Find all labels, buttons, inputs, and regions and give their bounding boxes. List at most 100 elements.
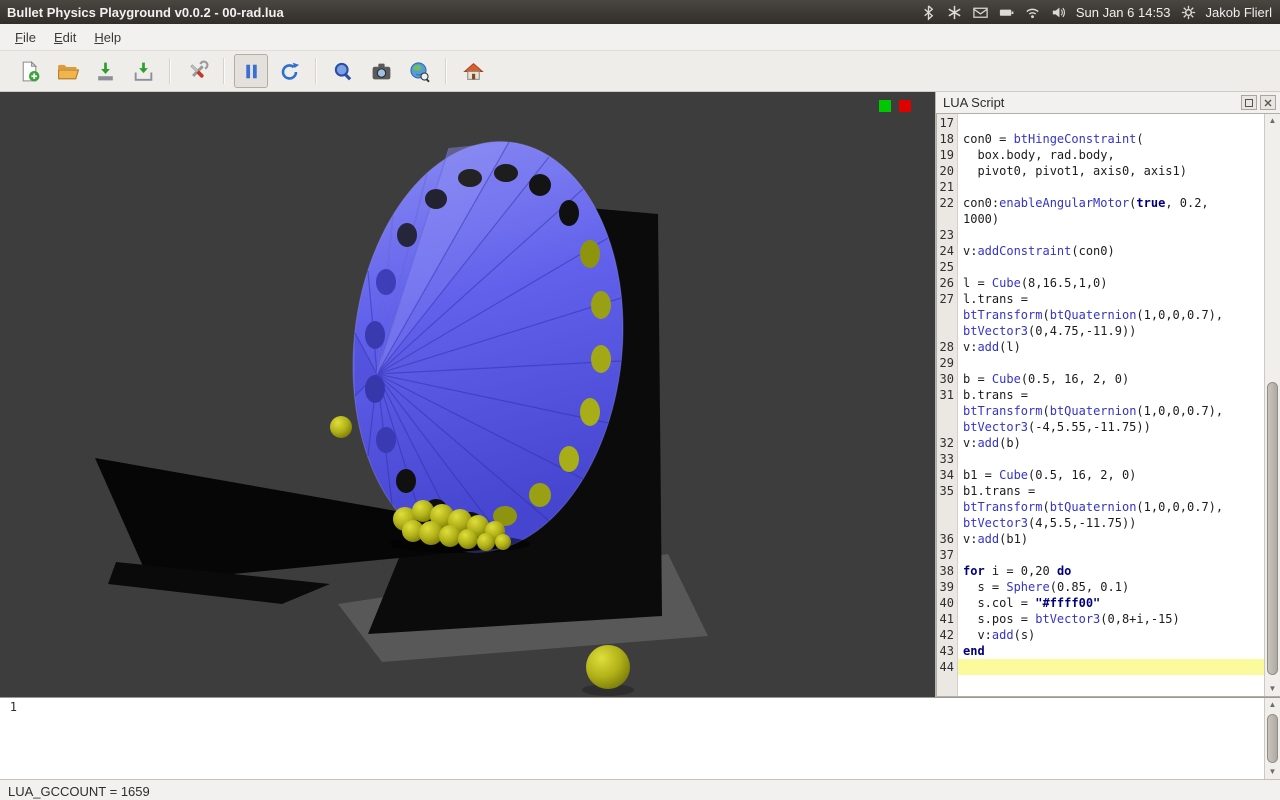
line-number: 41 xyxy=(937,611,958,627)
code-row: 36v:add(b1) xyxy=(937,531,1265,547)
code-row: btVector3(0,4.75,-11.9)) xyxy=(937,323,1265,339)
line-number: 21 xyxy=(937,179,958,195)
dock-title: LUA Script xyxy=(943,95,1238,110)
line-number: 36 xyxy=(937,531,958,547)
code-rows: 1718con0 = btHingeConstraint(19 box.body… xyxy=(937,115,1265,675)
physics-viewport[interactable] xyxy=(0,92,935,697)
toolbar-separator xyxy=(315,58,317,84)
lua-code-editor[interactable]: 1718con0 = btHingeConstraint(19 box.body… xyxy=(936,113,1280,697)
line-number: 32 xyxy=(937,435,958,451)
output-console[interactable]: 1 ▲ ▼ xyxy=(0,697,1280,780)
code-line: btVector3(-4,5.55,-11.75)) xyxy=(958,419,1265,435)
system-panel: Bullet Physics Playground v0.0.2 - 00-ra… xyxy=(0,0,1280,24)
menu-item-edit[interactable]: Edit xyxy=(45,26,85,49)
line-number xyxy=(937,419,958,435)
line-number xyxy=(937,307,958,323)
code-row: 38for i = 0,20 do xyxy=(937,563,1265,579)
code-line: btTransform(btQuaternion(1,0,0,0.7), xyxy=(958,499,1265,515)
menu-item-help[interactable]: Help xyxy=(85,26,130,49)
find-button[interactable] xyxy=(326,54,360,88)
reload-button[interactable] xyxy=(272,54,306,88)
mail-icon[interactable] xyxy=(972,4,989,21)
code-row: 1000) xyxy=(937,211,1265,227)
code-line: l.trans = xyxy=(958,291,1265,307)
pause-button[interactable] xyxy=(234,54,268,88)
scrollbar-thumb[interactable] xyxy=(1267,714,1278,763)
toolbar-separator xyxy=(169,58,171,84)
new-file-button[interactable] xyxy=(12,54,46,88)
code-row: 24v:addConstraint(con0) xyxy=(937,243,1265,259)
code-row: btTransform(btQuaternion(1,0,0,0.7), xyxy=(937,499,1265,515)
line-number: 1 xyxy=(0,699,21,715)
float-button[interactable] xyxy=(1241,95,1257,110)
code-line: b1.trans = xyxy=(958,483,1265,499)
code-row: 20 pivot0, pivot1, axis0, axis1) xyxy=(937,163,1265,179)
code-line: btVector3(4,5.5,-11.75)) xyxy=(958,515,1265,531)
code-line: s.pos = btVector3(0,8+i,-15) xyxy=(958,611,1265,627)
code-line: b1 = Cube(0.5, 16, 2, 0) xyxy=(958,467,1265,483)
save-all-button[interactable] xyxy=(126,54,160,88)
code-row: 26l = Cube(8,16.5,1,0) xyxy=(937,275,1265,291)
wifi-icon[interactable] xyxy=(1024,4,1041,21)
session-gear-icon[interactable] xyxy=(1180,4,1197,21)
line-number: 31 xyxy=(937,387,958,403)
console-scrollbar[interactable]: ▲ ▼ xyxy=(1264,698,1280,779)
line-number: 28 xyxy=(937,339,958,355)
input-method-icon[interactable] xyxy=(946,4,963,21)
code-line xyxy=(958,451,1265,467)
running-indicator[interactable] xyxy=(879,100,891,112)
toolbar-separator xyxy=(223,58,225,84)
code-line: end xyxy=(958,643,1265,659)
clock[interactable]: Sun Jan 6 14:53 xyxy=(1076,5,1171,20)
code-row: btTransform(btQuaternion(1,0,0,0.7), xyxy=(937,307,1265,323)
code-line xyxy=(958,355,1265,371)
code-line xyxy=(958,547,1265,563)
code-line: con0 = btHingeConstraint( xyxy=(958,131,1265,147)
code-row: 44 xyxy=(937,659,1265,675)
system-tray: Sun Jan 6 14:53 Jakob Flierl xyxy=(920,4,1280,21)
editor-scrollbar[interactable]: ▲ ▼ xyxy=(1264,114,1280,696)
line-number: 30 xyxy=(937,371,958,387)
code-line xyxy=(958,659,1265,675)
viewport-canvas[interactable] xyxy=(0,92,935,697)
line-number: 42 xyxy=(937,627,958,643)
scroll-down-icon[interactable]: ▼ xyxy=(1265,765,1280,779)
tools-button[interactable] xyxy=(180,54,214,88)
scroll-up-icon[interactable]: ▲ xyxy=(1265,698,1280,712)
scroll-down-icon[interactable]: ▼ xyxy=(1265,682,1280,696)
browser-button[interactable] xyxy=(402,54,436,88)
battery-icon[interactable] xyxy=(998,4,1015,21)
code-row: 35b1.trans = xyxy=(937,483,1265,499)
line-number: 17 xyxy=(937,115,958,131)
scroll-up-icon[interactable]: ▲ xyxy=(1265,114,1280,128)
menu-item-file[interactable]: File xyxy=(6,26,45,49)
code-line: pivot0, pivot1, axis0, axis1) xyxy=(958,163,1265,179)
code-row: 37 xyxy=(937,547,1265,563)
console-rows: 1 xyxy=(0,699,1265,715)
line-number xyxy=(937,499,958,515)
volume-icon[interactable] xyxy=(1050,4,1067,21)
code-line: v:add(l) xyxy=(958,339,1265,355)
falling-sphere xyxy=(330,416,352,438)
line-number: 35 xyxy=(937,483,958,499)
code-line: con0:enableAngularMotor(true, 0.2, xyxy=(958,195,1265,211)
scrollbar-thumb[interactable] xyxy=(1267,382,1278,675)
username[interactable]: Jakob Flierl xyxy=(1206,5,1272,20)
line-number xyxy=(937,323,958,339)
code-line: v:add(b1) xyxy=(958,531,1265,547)
stopped-indicator[interactable] xyxy=(899,100,911,112)
close-button[interactable] xyxy=(1260,95,1276,110)
code-row: 39 s = Sphere(0.85, 0.1) xyxy=(937,579,1265,595)
status-bar: LUA_GCCOUNT = 1659 xyxy=(0,780,1280,800)
open-file-button[interactable] xyxy=(50,54,84,88)
code-row: 1 xyxy=(0,699,1265,715)
code-line: s.col = "#ffff00" xyxy=(958,595,1265,611)
code-line: box.body, rad.body, xyxy=(958,147,1265,163)
code-row: 19 box.body, rad.body, xyxy=(937,147,1265,163)
save-button[interactable] xyxy=(88,54,122,88)
code-line xyxy=(958,115,1265,131)
code-row: 42 v:add(s) xyxy=(937,627,1265,643)
bluetooth-icon[interactable] xyxy=(920,4,937,21)
home-button[interactable] xyxy=(456,54,490,88)
screenshot-button[interactable] xyxy=(364,54,398,88)
